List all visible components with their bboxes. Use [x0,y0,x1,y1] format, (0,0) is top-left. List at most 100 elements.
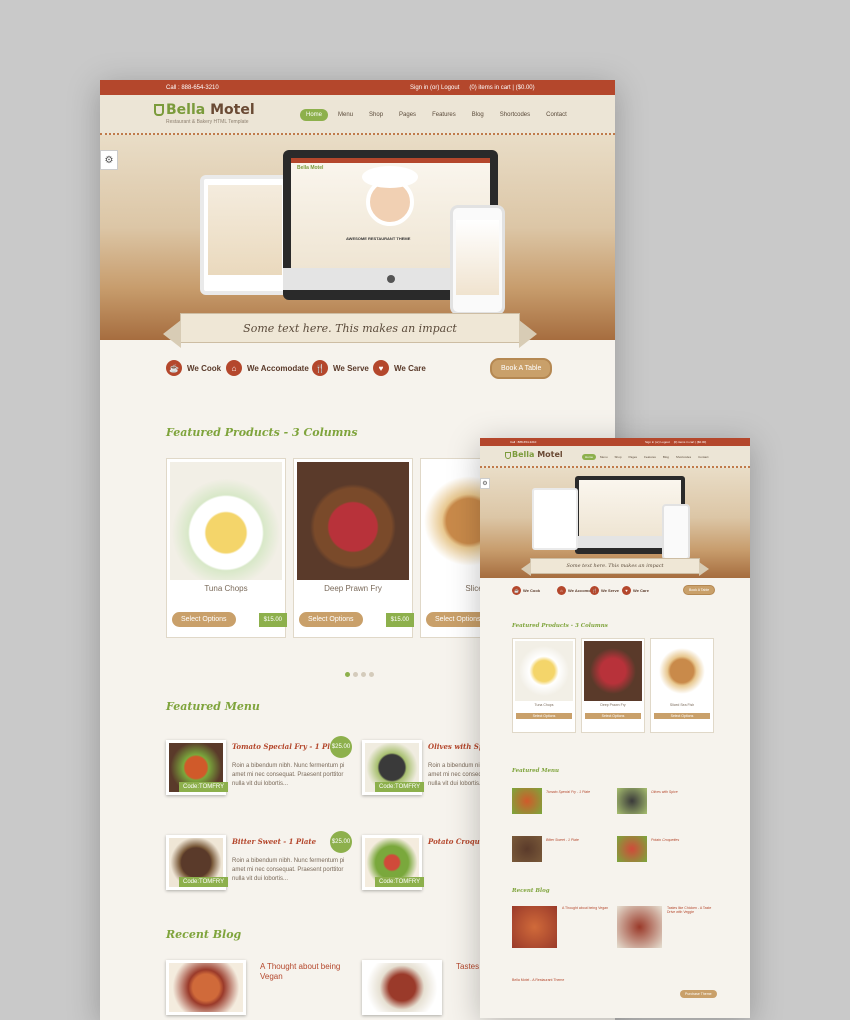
menu-title[interactable]: Tomato Special Fry - 1 Plate [232,742,342,751]
nav-features[interactable]: Features [641,454,659,460]
chef-image [362,166,418,226]
service-accomodate: ⌂ We Accomodate [226,360,309,376]
nav-contact[interactable]: Contact [540,109,573,121]
book-table-button[interactable]: Book A Table [683,585,716,595]
select-options-button[interactable]: Select Options [172,612,236,627]
select-options-button[interactable]: Select Options [585,713,641,719]
nav-pages[interactable]: Pages [393,109,422,121]
nav-blog[interactable]: Blog [660,454,672,460]
main-nav: Home Menu Shop Pages Features Blog Short… [582,454,711,460]
site-header: Bella Motel Restaurant & Bakery HTML Tem… [100,95,615,135]
menu-title[interactable]: Olives with Spice [651,790,678,794]
cup-icon [154,104,164,116]
product-carousel: Tuna Chops Select Options Deep Prawn Fry… [512,638,714,733]
carousel-dot[interactable] [353,672,358,677]
gear-icon[interactable]: ⚙ [100,150,118,170]
top-bar: Call : 888-654-3210 Sign in (or) Logout … [100,80,615,95]
recent-blog-title: Recent Blog [512,888,550,894]
top-bar: Call : 888-654-3210 Sign in (or) Logout … [480,438,750,446]
nav-contact[interactable]: Contact [695,454,711,460]
phone-mockup [662,504,690,560]
book-table-button[interactable]: Book A Table [490,358,553,379]
carousel-dot[interactable] [369,672,374,677]
recent-blog-title: Recent Blog [166,928,242,941]
nav-menu[interactable]: Menu [597,454,611,460]
nav-features[interactable]: Features [426,109,462,121]
cart-link[interactable]: (0) items in cart | ($0.00) [469,85,534,91]
nav-home[interactable]: Home [582,454,597,460]
purchase-theme-button[interactable]: Purchase Theme [680,990,717,998]
service-care: ♥ We Care [373,360,426,376]
services-row: ☕ We Cook ⌂ We Accomodate 🍴 We Serve ♥ We Ca… [100,340,615,400]
carousel-pagination [345,672,374,677]
nav-blog[interactable]: Blog [466,109,490,121]
blog-title[interactable]: Tastes like Chicken - A Taste Drive with… [667,906,715,914]
blog-thumb [362,960,442,1015]
product-image [297,462,409,580]
service-cook: ☕ We Cook [166,360,221,376]
service-serve: 🍴 We Serve [590,586,619,595]
menu-code: Code:TOMFRY [375,782,425,792]
blog-title[interactable]: A Thought about being Vegan [562,906,610,910]
tablet-screenshot: Call : 888-654-3210 Sign in (or) Logout … [480,438,750,1018]
nav-shop[interactable]: Shop [363,109,389,121]
cart-link[interactable]: (0) items in cart | ($0.00) [674,440,707,444]
menu-item[interactable]: Code:TOMFRY Tomato Special Fry - 1 Plate… [166,736,356,810]
featured-products-title: Featured Products - 3 Columns [512,623,608,629]
nav-menu[interactable]: Menu [332,109,359,121]
select-options-button[interactable]: Select Options [516,713,572,719]
house-icon: ⌂ [226,360,242,376]
service-serve: 🍴 We Serve [312,360,369,376]
blog-title[interactable]: A Thought about being Vegan [260,962,350,982]
nav-shop[interactable]: Shop [612,454,625,460]
product-price: $15.00 [385,613,414,627]
product-card[interactable]: Tuna Chops Select Options [512,638,576,733]
nav-shortcodes[interactable]: Shortcodes [673,454,694,460]
hero-banner: ⚙ Bella Motel AWESOME RESTAURANT THEME S… [100,135,615,348]
menu-item[interactable]: Code:TOMFRY Bitter Sweet - 1 Plate Roin … [166,831,356,905]
select-options-button[interactable]: Select Options [299,612,363,627]
nav-shortcodes[interactable]: Shortcodes [494,109,536,121]
select-options-button[interactable]: Select Options [654,713,710,719]
carousel-dot[interactable] [361,672,366,677]
service-care: ♥ We Care [622,586,649,595]
screen-banner: AWESOME RESTAURANT THEME [346,236,411,241]
cutlery-icon: 🍴 [312,360,328,376]
logo-tagline: Restaurant & Bakery HTML Template [166,119,249,125]
menu-code: Code:TOMFRY [375,877,425,887]
menu-title[interactable]: Bitter Sweet - 1 Plate [232,837,316,846]
menu-title[interactable]: Tomato Special Fry - 1 Plate [546,790,590,794]
signin-link[interactable]: Sign in (or) Logout [645,440,670,444]
product-card[interactable]: Deep Prawn Fry Select Options [581,638,645,733]
blog-thumb [166,960,246,1015]
menu-title[interactable]: Bitter Sweet - 1 Plate [546,838,579,842]
hero-ribbon: Some text here. This makes an impact [163,313,537,348]
nav-pages[interactable]: Pages [626,454,641,460]
menu-title[interactable]: Potato Croquettes [651,838,679,842]
service-cook: ☕ We Cook [512,586,541,595]
product-name: Deep Prawn Fry [324,584,382,593]
tablet-mockup [200,175,290,295]
logo-second: Motel [210,102,255,118]
heart-icon: ♥ [373,360,389,376]
cup-icon: ☕ [166,360,182,376]
phone-label: Call : 888-654-3210 [166,84,219,91]
menu-code: Code:TOMFRY [179,877,229,887]
carousel-dot[interactable] [345,672,350,677]
cup-icon [505,452,511,459]
product-card[interactable]: Deep Prawn Fry Select Options $15.00 [293,458,414,638]
phone-mockup [450,205,505,315]
featured-menu-title: Featured Menu [166,700,260,713]
product-card[interactable]: Tuna Chops Select Options $15.00 [166,458,287,638]
signin-link[interactable]: Sign in (or) Logout [410,85,459,91]
logo[interactable]: Bella Motel Restaurant & Bakery HTML Tem… [154,102,255,125]
nav-home[interactable]: Home [300,109,329,121]
menu-desc: Roin a bibendum nibh. Nunc fermentum pi … [232,763,345,787]
gear-icon[interactable]: ⚙ [480,478,490,489]
product-card[interactable]: Sliced Sea Fish Select Options [650,638,714,733]
logo[interactable]: Bella Motel [505,450,563,459]
featured-products-title: Featured Products - 3 Columns [166,426,358,439]
product-image [170,462,282,580]
menu-code: Code:TOMFRY [179,782,229,792]
menu-price: $25.00 [330,831,352,853]
